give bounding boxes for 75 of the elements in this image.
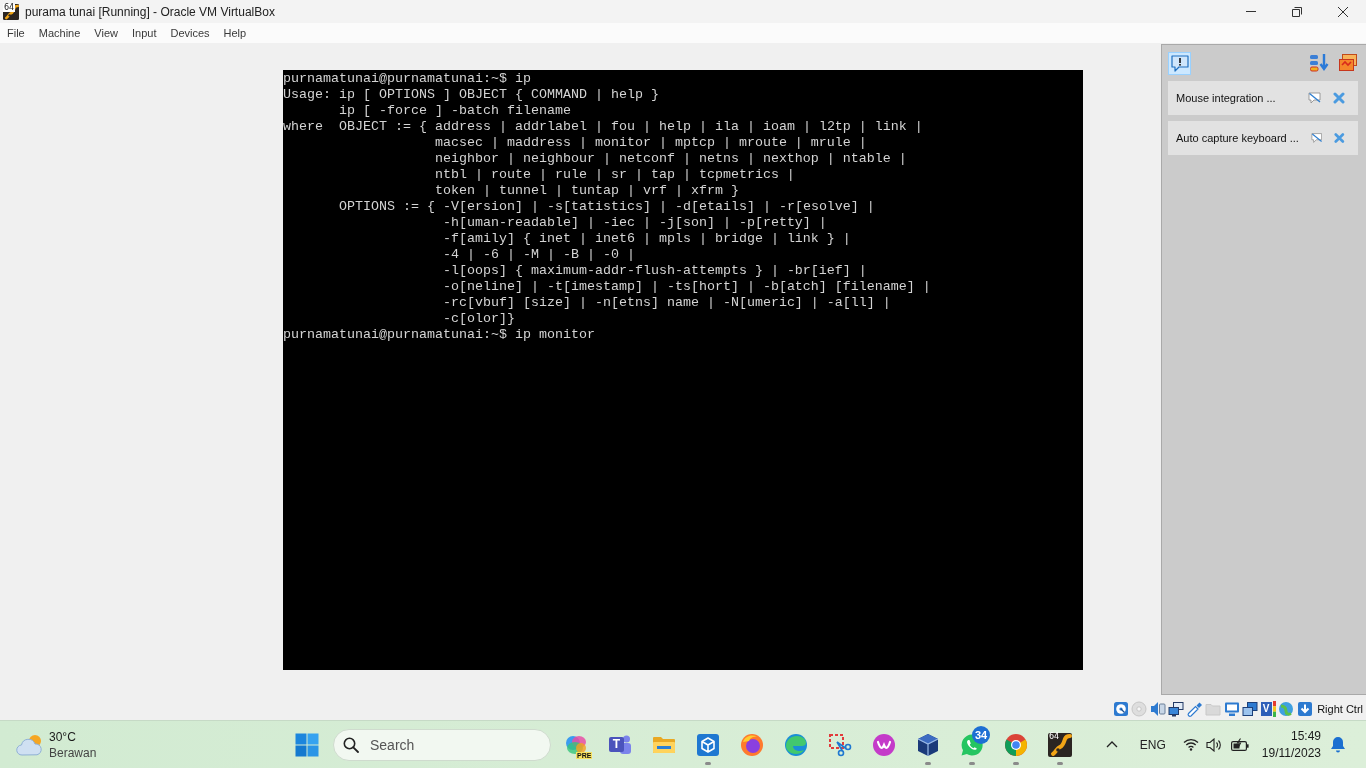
color-bar-icon[interactable]	[1272, 700, 1276, 717]
windows-icon[interactable]	[1242, 700, 1259, 717]
alert-bubble-icon	[1170, 54, 1189, 72]
os-bits-text: 64	[1048, 732, 1061, 741]
letter-tile: V	[1260, 701, 1272, 716]
search-field[interactable]: Search	[333, 728, 551, 761]
speaker-icon[interactable]	[1205, 737, 1222, 752]
swirl-tile-icon	[1048, 732, 1072, 757]
notification-toggle[interactable]	[1168, 51, 1191, 75]
segmented-circle-icon	[1004, 732, 1028, 757]
wave-circle-icon	[784, 732, 808, 757]
terminal-line: OPTIONS := { -V[ersion] | -s[tatistics] | -d[etails] | -r[esolve] |	[339, 199, 875, 214]
cube-icon	[916, 732, 940, 757]
disk-icon[interactable]	[1112, 700, 1129, 717]
sort-down-icon[interactable]	[1309, 53, 1329, 73]
crossed-bubble-icon[interactable]	[1310, 132, 1323, 144]
stacked-windows-icon[interactable]	[1338, 53, 1358, 73]
window-title: purama tunai [Running] - Oracle VM VirtualBox	[25, 4, 275, 19]
terminal-line: ip [ -force ] -batch filename	[339, 103, 571, 118]
terminal-line: -l[oops] { maximum-addr-flush-attempts } | -br[ief] |	[442, 263, 867, 278]
host-key-text: Right Ctrl	[1317, 702, 1363, 715]
close-icon[interactable]	[1333, 92, 1345, 104]
terminal-line: -h[uman-readable] | -iec | -j[son] | -p[retty] |	[442, 215, 827, 230]
crossed-bubble-icon[interactable]	[1308, 92, 1321, 104]
swoosh-circle-icon	[872, 732, 896, 757]
terminal-line: -f[amily] { inet | inet6 | mpls | bridge | link } |	[442, 231, 851, 246]
menu-item[interactable]: Devices	[163, 25, 217, 41]
battery-icon[interactable]	[1230, 737, 1249, 752]
notification-bell-icon[interactable]	[1330, 736, 1346, 753]
monitors-icon[interactable]	[1168, 700, 1185, 717]
usb-stick-icon[interactable]	[1186, 700, 1203, 717]
flame-globe-icon	[740, 732, 764, 757]
terminal-line: token | tunnel | tuntap | vrf | xfrm }	[434, 183, 739, 198]
notification-text: Auto capture keyboard ...	[1176, 132, 1299, 144]
terminal-line: -4 | -6 | -M | -B | -0 |	[442, 247, 635, 262]
terminal-line: ntbl | route | rule | sr | tap | tcpmetrics |	[434, 167, 795, 182]
search-icon	[343, 736, 359, 753]
clock-button[interactable]: 15:49 19/11/2023	[1261, 727, 1321, 762]
terminal-line: purnamatunai@purnamatunai:~$ ip monitor	[283, 327, 595, 342]
close-icon[interactable]	[1334, 132, 1345, 144]
taskbar-app-button[interactable]: 34	[952, 722, 992, 767]
terminal-line: where OBJECT := { address | addrlabel | fou | help | ila | ioam | l2tp | link |	[283, 119, 923, 134]
monitor-icon[interactable]	[1223, 700, 1240, 717]
restore-icon	[1292, 6, 1302, 17]
minimize-icon	[1246, 11, 1256, 12]
notification-card[interactable]: Auto capture keyboard ...	[1168, 121, 1358, 155]
scissors-icon	[828, 732, 852, 757]
terminal-line: -o[neline] | -t[imestamp] | -ts[hort] | -b[atch] [filename] |	[442, 279, 931, 294]
language-button[interactable]: ENG	[1139, 737, 1166, 752]
menu-item[interactable]: Help	[216, 25, 254, 41]
taskbar-app-button[interactable]: T	[600, 722, 640, 767]
notification-text: Mouse integration ...	[1176, 92, 1277, 104]
terminal-line: -rc[vbuf] [size] | -n[etns] name | -N[umeric] | -a[ll] |	[442, 295, 891, 310]
weather-condition-text[interactable]: Berawan	[49, 745, 97, 760]
notification-card[interactable]: Mouse integration ...	[1168, 81, 1358, 115]
chevron-up-icon[interactable]	[1105, 741, 1118, 748]
terminal-line: Usage: ip [ OPTIONS ] OBJECT { COMMAND | help }	[283, 87, 659, 102]
temperature-text[interactable]: 30°C	[49, 729, 97, 744]
menu-item[interactable]: File	[0, 25, 32, 41]
menu-item[interactable]: View	[87, 25, 125, 41]
terminal-line: purnamatunai@purnamatunai:~$ ip	[283, 71, 531, 86]
taskbar-app-button[interactable]: 64	[1040, 722, 1080, 767]
menu-item[interactable]: Input	[124, 25, 164, 41]
globe-icon[interactable]	[1278, 700, 1295, 717]
os-bits-text: 64	[3, 3, 16, 12]
cube-tile-icon	[696, 732, 720, 757]
wifi-icon[interactable]	[1182, 738, 1199, 751]
terminal-line: macsec | maddress | monitor | mptcp | mroute | mrule |	[434, 135, 867, 150]
close-icon	[1338, 6, 1348, 17]
logo-letter: T	[611, 736, 622, 752]
notification-badge: 34	[972, 725, 991, 744]
menu-item[interactable]: Machine	[31, 25, 88, 41]
terminal-line: -c[olor]}	[442, 311, 515, 326]
terminal-line: neighbor | neighbour | netconf | netns | nexthop | ntable |	[434, 151, 907, 166]
windows-logo-icon	[295, 732, 319, 757]
